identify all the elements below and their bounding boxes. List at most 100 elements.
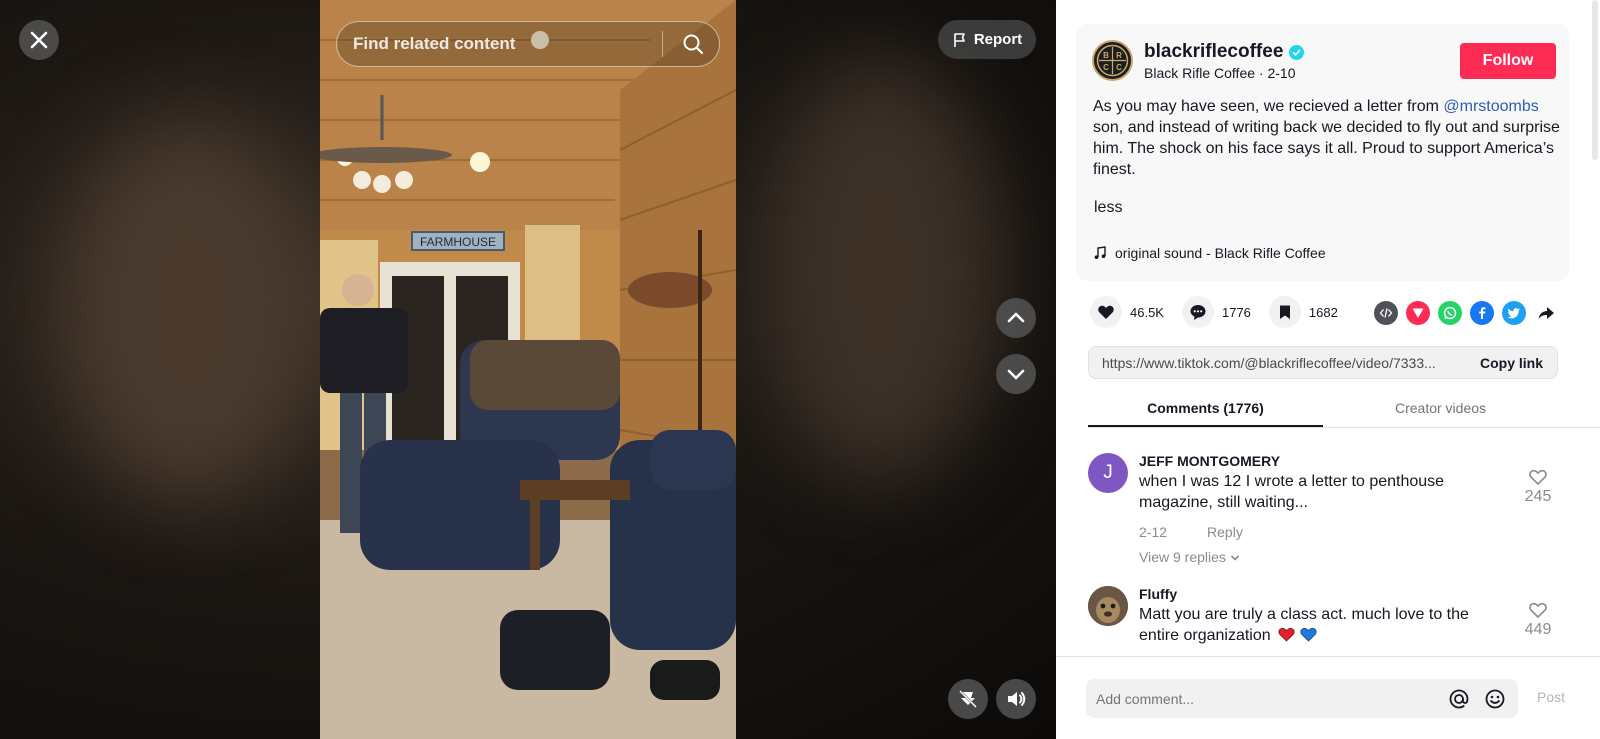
- comment-input[interactable]: [1086, 690, 1446, 707]
- search-icon: [683, 34, 704, 55]
- share-arrow-icon: [1538, 307, 1554, 319]
- author-subline: Black Rifle Coffee · 2-10: [1144, 65, 1296, 81]
- share-link-url[interactable]: https://www.tiktok.com/@blackriflecoffee…: [1089, 355, 1466, 371]
- blue-heart-emoji-icon: [1300, 628, 1317, 642]
- view-replies-label: View 9 replies: [1139, 549, 1226, 565]
- close-button[interactable]: [19, 20, 59, 60]
- chevron-down-icon: [1007, 369, 1025, 380]
- like-button[interactable]: 46.5K: [1090, 296, 1164, 328]
- search-divider: [662, 31, 663, 57]
- whatsapp-icon: [1443, 306, 1457, 320]
- avatar-image: [1088, 586, 1128, 626]
- heart-outline-icon: [1529, 469, 1547, 486]
- comment-like-button[interactable]: 245: [1522, 467, 1554, 506]
- sound-link[interactable]: original sound - Black Rifle Coffee: [1093, 245, 1326, 261]
- close-icon: [30, 31, 48, 49]
- post-button[interactable]: Post: [1537, 689, 1565, 705]
- farmhouse-sign-text: FARMHOUSE: [420, 235, 496, 249]
- commenter-avatar[interactable]: J: [1088, 453, 1128, 493]
- chevron-down-icon: [1230, 555, 1239, 561]
- twitter-share-button[interactable]: [1502, 301, 1526, 325]
- mention-button[interactable]: [1446, 686, 1472, 712]
- whatsapp-share-button[interactable]: [1438, 301, 1462, 325]
- more-share-button[interactable]: [1534, 301, 1558, 325]
- commenter-avatar[interactable]: [1088, 586, 1128, 626]
- logo-letter-c: C: [1103, 63, 1109, 72]
- related-search-input[interactable]: [337, 34, 662, 54]
- video-scene: FARMHOUSE: [320, 0, 736, 739]
- like-icon-wrap: [1090, 296, 1122, 328]
- follow-button[interactable]: Follow: [1460, 43, 1556, 79]
- facebook-icon: [1479, 307, 1486, 319]
- author-username-text: blackriflecoffee: [1144, 41, 1284, 62]
- video-frame[interactable]: FARMHOUSE: [320, 0, 736, 739]
- comment-count-button[interactable]: 1776: [1181, 296, 1251, 328]
- music-note-icon: [1094, 246, 1106, 259]
- at-sign-icon: [1449, 689, 1469, 708]
- heart-icon: [1098, 305, 1114, 319]
- mention-link[interactable]: @mrstoombs: [1443, 98, 1538, 115]
- smiley-icon: [1485, 689, 1505, 708]
- report-label: Report: [973, 31, 1023, 48]
- related-search-bar[interactable]: [336, 21, 720, 67]
- comment-count: 1776: [1221, 304, 1251, 320]
- red-heart-emoji-icon: [1278, 628, 1295, 642]
- report-button[interactable]: Report: [938, 20, 1036, 59]
- save-icon-wrap: [1268, 296, 1301, 328]
- author-avatar[interactable]: B R C C: [1092, 40, 1133, 81]
- bookmark-icon: [1279, 305, 1290, 319]
- tab-comments[interactable]: Comments (1776): [1088, 398, 1323, 427]
- comment-text: Matt you are truly a class act. much lov…: [1139, 604, 1479, 646]
- comment-icon-wrap: [1181, 296, 1214, 328]
- volume-button[interactable]: [996, 679, 1036, 719]
- share-icons: [1374, 301, 1558, 325]
- details-panel: B R C C blackriflecoffee Black Rifle Cof…: [1056, 0, 1600, 739]
- sound-title: original sound - Black Rifle Coffee: [1115, 245, 1326, 261]
- comment-input-box: [1086, 679, 1518, 718]
- video-description: As you may have seen, we recieved a lett…: [1093, 96, 1563, 180]
- paper-plane-icon: [1412, 308, 1424, 318]
- comment-like-count: 245: [1524, 488, 1552, 505]
- comment-like-count: 449: [1524, 621, 1552, 638]
- embed-code-icon: [1379, 308, 1393, 318]
- embed-button[interactable]: [1374, 301, 1398, 325]
- pin-off-icon: [959, 690, 977, 708]
- floating-player-button[interactable]: [948, 679, 988, 719]
- comment-bubble-icon: [1190, 305, 1206, 320]
- comment-item: Fluffy Matt you are truly a class act. m…: [1088, 586, 1568, 656]
- heart-outline-icon: [1529, 602, 1547, 619]
- engagement-actions: 46.5K 1776 1682: [1090, 296, 1356, 328]
- commenter-name[interactable]: JEFF MONTGOMERY: [1139, 453, 1280, 469]
- reply-button[interactable]: Reply: [1207, 524, 1243, 540]
- brc-logo-icon: B R C C: [1096, 44, 1129, 77]
- commenter-name[interactable]: Fluffy: [1139, 586, 1177, 602]
- panel-scrollbar[interactable]: [1592, 0, 1598, 160]
- comment-composer: Post: [1056, 656, 1600, 739]
- facebook-share-button[interactable]: [1470, 301, 1494, 325]
- save-button[interactable]: 1682: [1268, 296, 1338, 328]
- background-blur: [760, 60, 1000, 480]
- author-username[interactable]: blackriflecoffee: [1144, 41, 1305, 63]
- logo-letter-b: B: [1103, 51, 1109, 60]
- previous-video-button[interactable]: [996, 298, 1036, 338]
- twitter-bird-icon: [1507, 308, 1520, 319]
- verified-badge-icon: [1289, 44, 1305, 60]
- search-button[interactable]: [675, 26, 711, 62]
- share-link-box: https://www.tiktok.com/@blackriflecoffee…: [1088, 346, 1558, 379]
- next-video-button[interactable]: [996, 354, 1036, 394]
- comment-text: when I was 12 I wrote a letter to pentho…: [1139, 473, 1445, 511]
- copy-link-button[interactable]: Copy link: [1466, 355, 1557, 371]
- tab-creator-videos[interactable]: Creator videos: [1323, 398, 1558, 427]
- background-blur: [60, 120, 320, 500]
- send-to-friends-button[interactable]: [1406, 301, 1430, 325]
- emoji-button[interactable]: [1482, 686, 1508, 712]
- logo-letter-r: R: [1116, 51, 1122, 60]
- comment-like-button[interactable]: 449: [1522, 600, 1554, 639]
- view-replies-button[interactable]: View 9 replies: [1139, 549, 1240, 565]
- less-button[interactable]: less: [1094, 199, 1122, 217]
- description-text-end: son, and instead of writing back we deci…: [1093, 119, 1560, 178]
- comment-item: J JEFF MONTGOMERY when I was 12 I wrote …: [1088, 453, 1568, 573]
- flag-icon: [954, 32, 965, 47]
- comment-date: 2-12: [1139, 524, 1168, 540]
- comment-meta: 2-12 Reply: [1139, 524, 1243, 540]
